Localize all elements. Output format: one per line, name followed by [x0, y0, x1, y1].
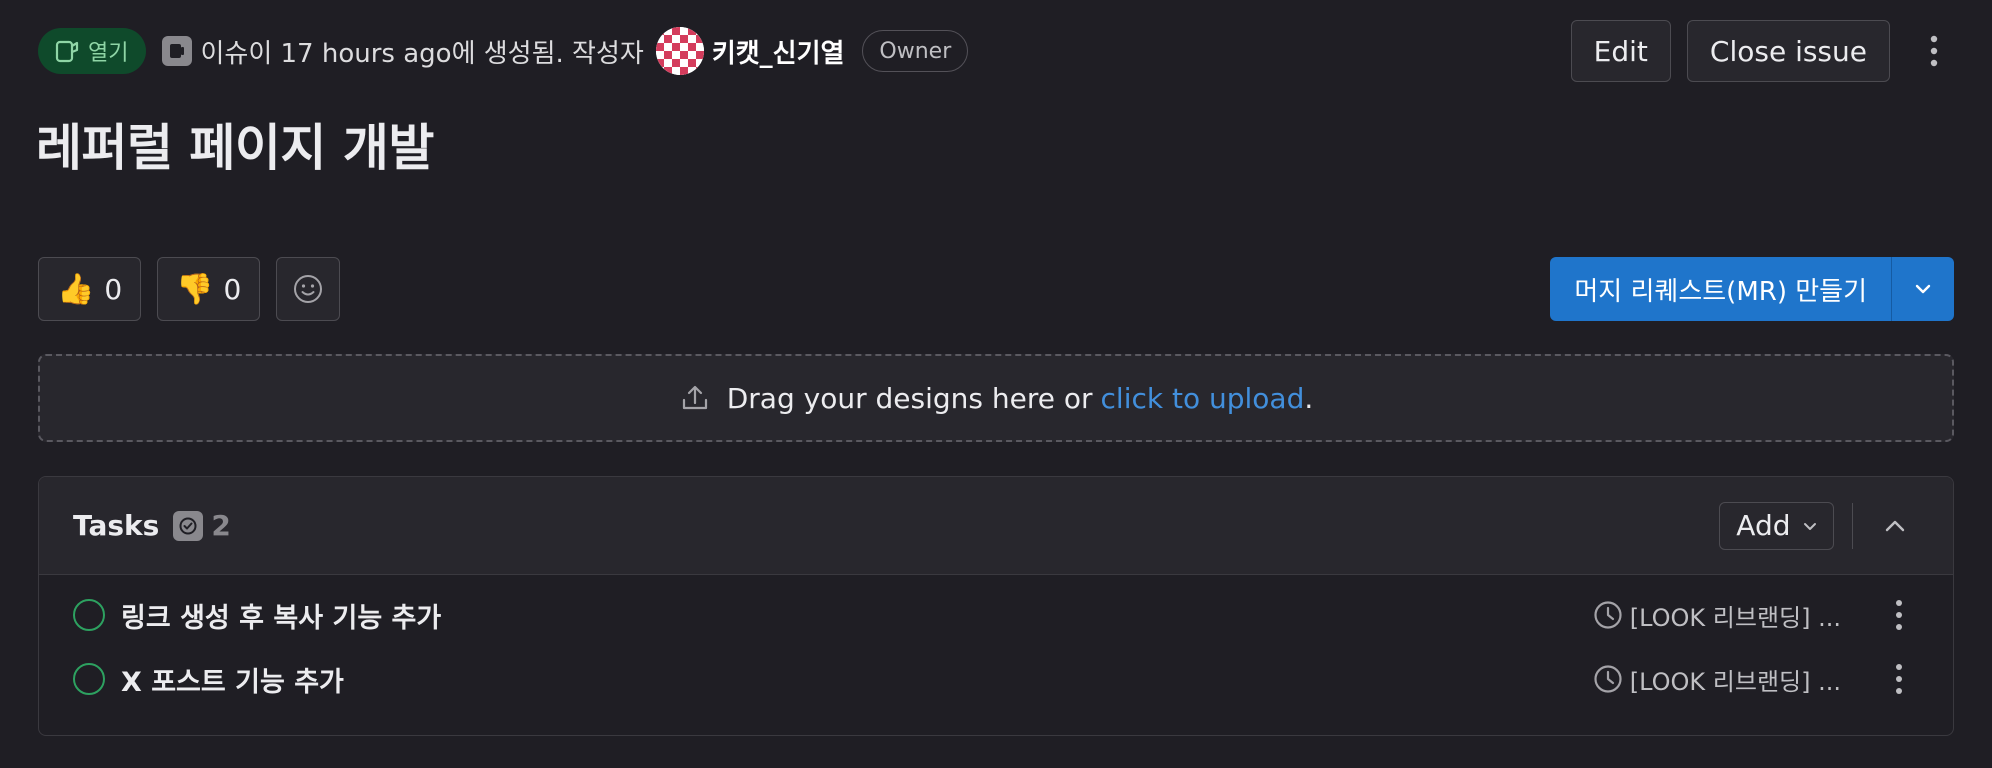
smiley-icon	[294, 275, 323, 303]
tasks-widget: Tasks 2 Add 링크 생성 후 복사 기능 추가 [LOOK 리브랜딩]…	[38, 476, 1954, 736]
issue-type-icon	[162, 36, 193, 66]
kebab-icon	[1930, 35, 1938, 67]
task-open-icon	[73, 599, 105, 631]
divider	[1851, 502, 1853, 549]
author-name[interactable]: 키캣_신기열	[712, 33, 845, 70]
avatar[interactable]	[655, 27, 704, 75]
clock-icon	[1594, 665, 1622, 693]
header-actions: Edit Close issue	[1570, 20, 1954, 82]
tasks-actions: Add	[1719, 501, 1919, 550]
task-title[interactable]: X 포스트 기능 추가	[121, 660, 344, 699]
task-actions-button[interactable]	[1879, 662, 1919, 696]
add-task-button[interactable]: Add	[1719, 501, 1834, 550]
edit-button[interactable]: Edit	[1570, 20, 1671, 82]
upload-link[interactable]: click to upload	[1101, 382, 1305, 415]
task-list: 링크 생성 후 복사 기능 추가 [LOOK 리브랜딩] ... X 포스트 기…	[39, 575, 1953, 711]
close-issue-button[interactable]: Close issue	[1686, 20, 1890, 82]
thumbs-down-button[interactable]: 👎 0	[157, 257, 261, 321]
design-dropzone[interactable]: Drag your designs here or click to uploa…	[38, 354, 1954, 442]
issue-header: 열기 이슈이 17 hours ago에 생성됨. 작성자 키캣_신기열 Own…	[38, 18, 1954, 84]
upload-text: Drag your designs here or	[726, 381, 1093, 415]
add-task-label: Add	[1736, 509, 1791, 542]
task-milestone: [LOOK 리브랜딩] ...	[1592, 598, 1841, 633]
task-row[interactable]: 링크 생성 후 복사 기능 추가 [LOOK 리브랜딩] ...	[39, 583, 1953, 647]
created-text: 이슈이 17 hours ago에 생성됨. 작성자	[200, 38, 644, 69]
more-actions-button[interactable]	[1914, 20, 1954, 82]
create-merge-request-split-button: 머지 리퀘스트(MR) 만들기	[1550, 257, 1954, 321]
create-merge-request-dropdown[interactable]	[1892, 257, 1954, 321]
collapse-tasks-button[interactable]	[1871, 502, 1919, 550]
status-label: 열기	[88, 41, 129, 66]
create-merge-request-button[interactable]: 머지 리퀘스트(MR) 만들기	[1550, 257, 1892, 321]
task-actions-button[interactable]	[1879, 598, 1919, 632]
task-milestone: [LOOK 리브랜딩] ...	[1592, 662, 1841, 697]
milestone-label: [LOOK 리브랜딩] ...	[1629, 667, 1841, 696]
tasks-title: Tasks	[73, 509, 160, 542]
chevron-down-icon	[1915, 284, 1931, 294]
thumbs-down-count: 0	[223, 272, 242, 306]
status-badge: 열기	[38, 28, 147, 74]
thumbs-down-icon: 👎	[176, 271, 214, 307]
award-emoji-bar: 👍 0 👎 0	[38, 257, 341, 321]
kebab-icon	[1896, 664, 1902, 694]
task-done-icon	[173, 510, 204, 541]
thumbs-up-icon: 👍	[57, 271, 95, 307]
tasks-count: 2	[211, 509, 231, 542]
tasks-header: Tasks 2 Add	[39, 477, 1953, 575]
add-reaction-button[interactable]	[276, 257, 341, 321]
issue-title: 레퍼럴 페이지 개발	[36, 119, 434, 177]
upload-icon	[682, 385, 707, 410]
thumbs-up-button[interactable]: 👍 0	[38, 257, 142, 321]
issue-meta: 이슈이 17 hours ago에 생성됨. 작성자 키캣_신기열 Owner	[162, 27, 969, 75]
milestone-label: [LOOK 리브랜딩] ...	[1629, 603, 1841, 632]
task-title[interactable]: 링크 생성 후 복사 기능 추가	[121, 596, 441, 635]
upload-suffix: .	[1304, 381, 1314, 415]
task-row[interactable]: X 포스트 기능 추가 [LOOK 리브랜딩] ...	[39, 647, 1953, 711]
owner-badge: Owner	[862, 30, 969, 72]
clock-icon	[1594, 601, 1622, 629]
chevron-down-icon	[1803, 522, 1816, 530]
task-open-icon	[73, 663, 105, 695]
kebab-icon	[1896, 600, 1902, 630]
chevron-up-icon	[1885, 520, 1905, 531]
issue-page: 열기 이슈이 17 hours ago에 생성됨. 작성자 키캣_신기열 Own…	[0, 0, 1992, 768]
thumbs-up-count: 0	[104, 272, 123, 306]
issue-open-icon	[55, 40, 79, 63]
